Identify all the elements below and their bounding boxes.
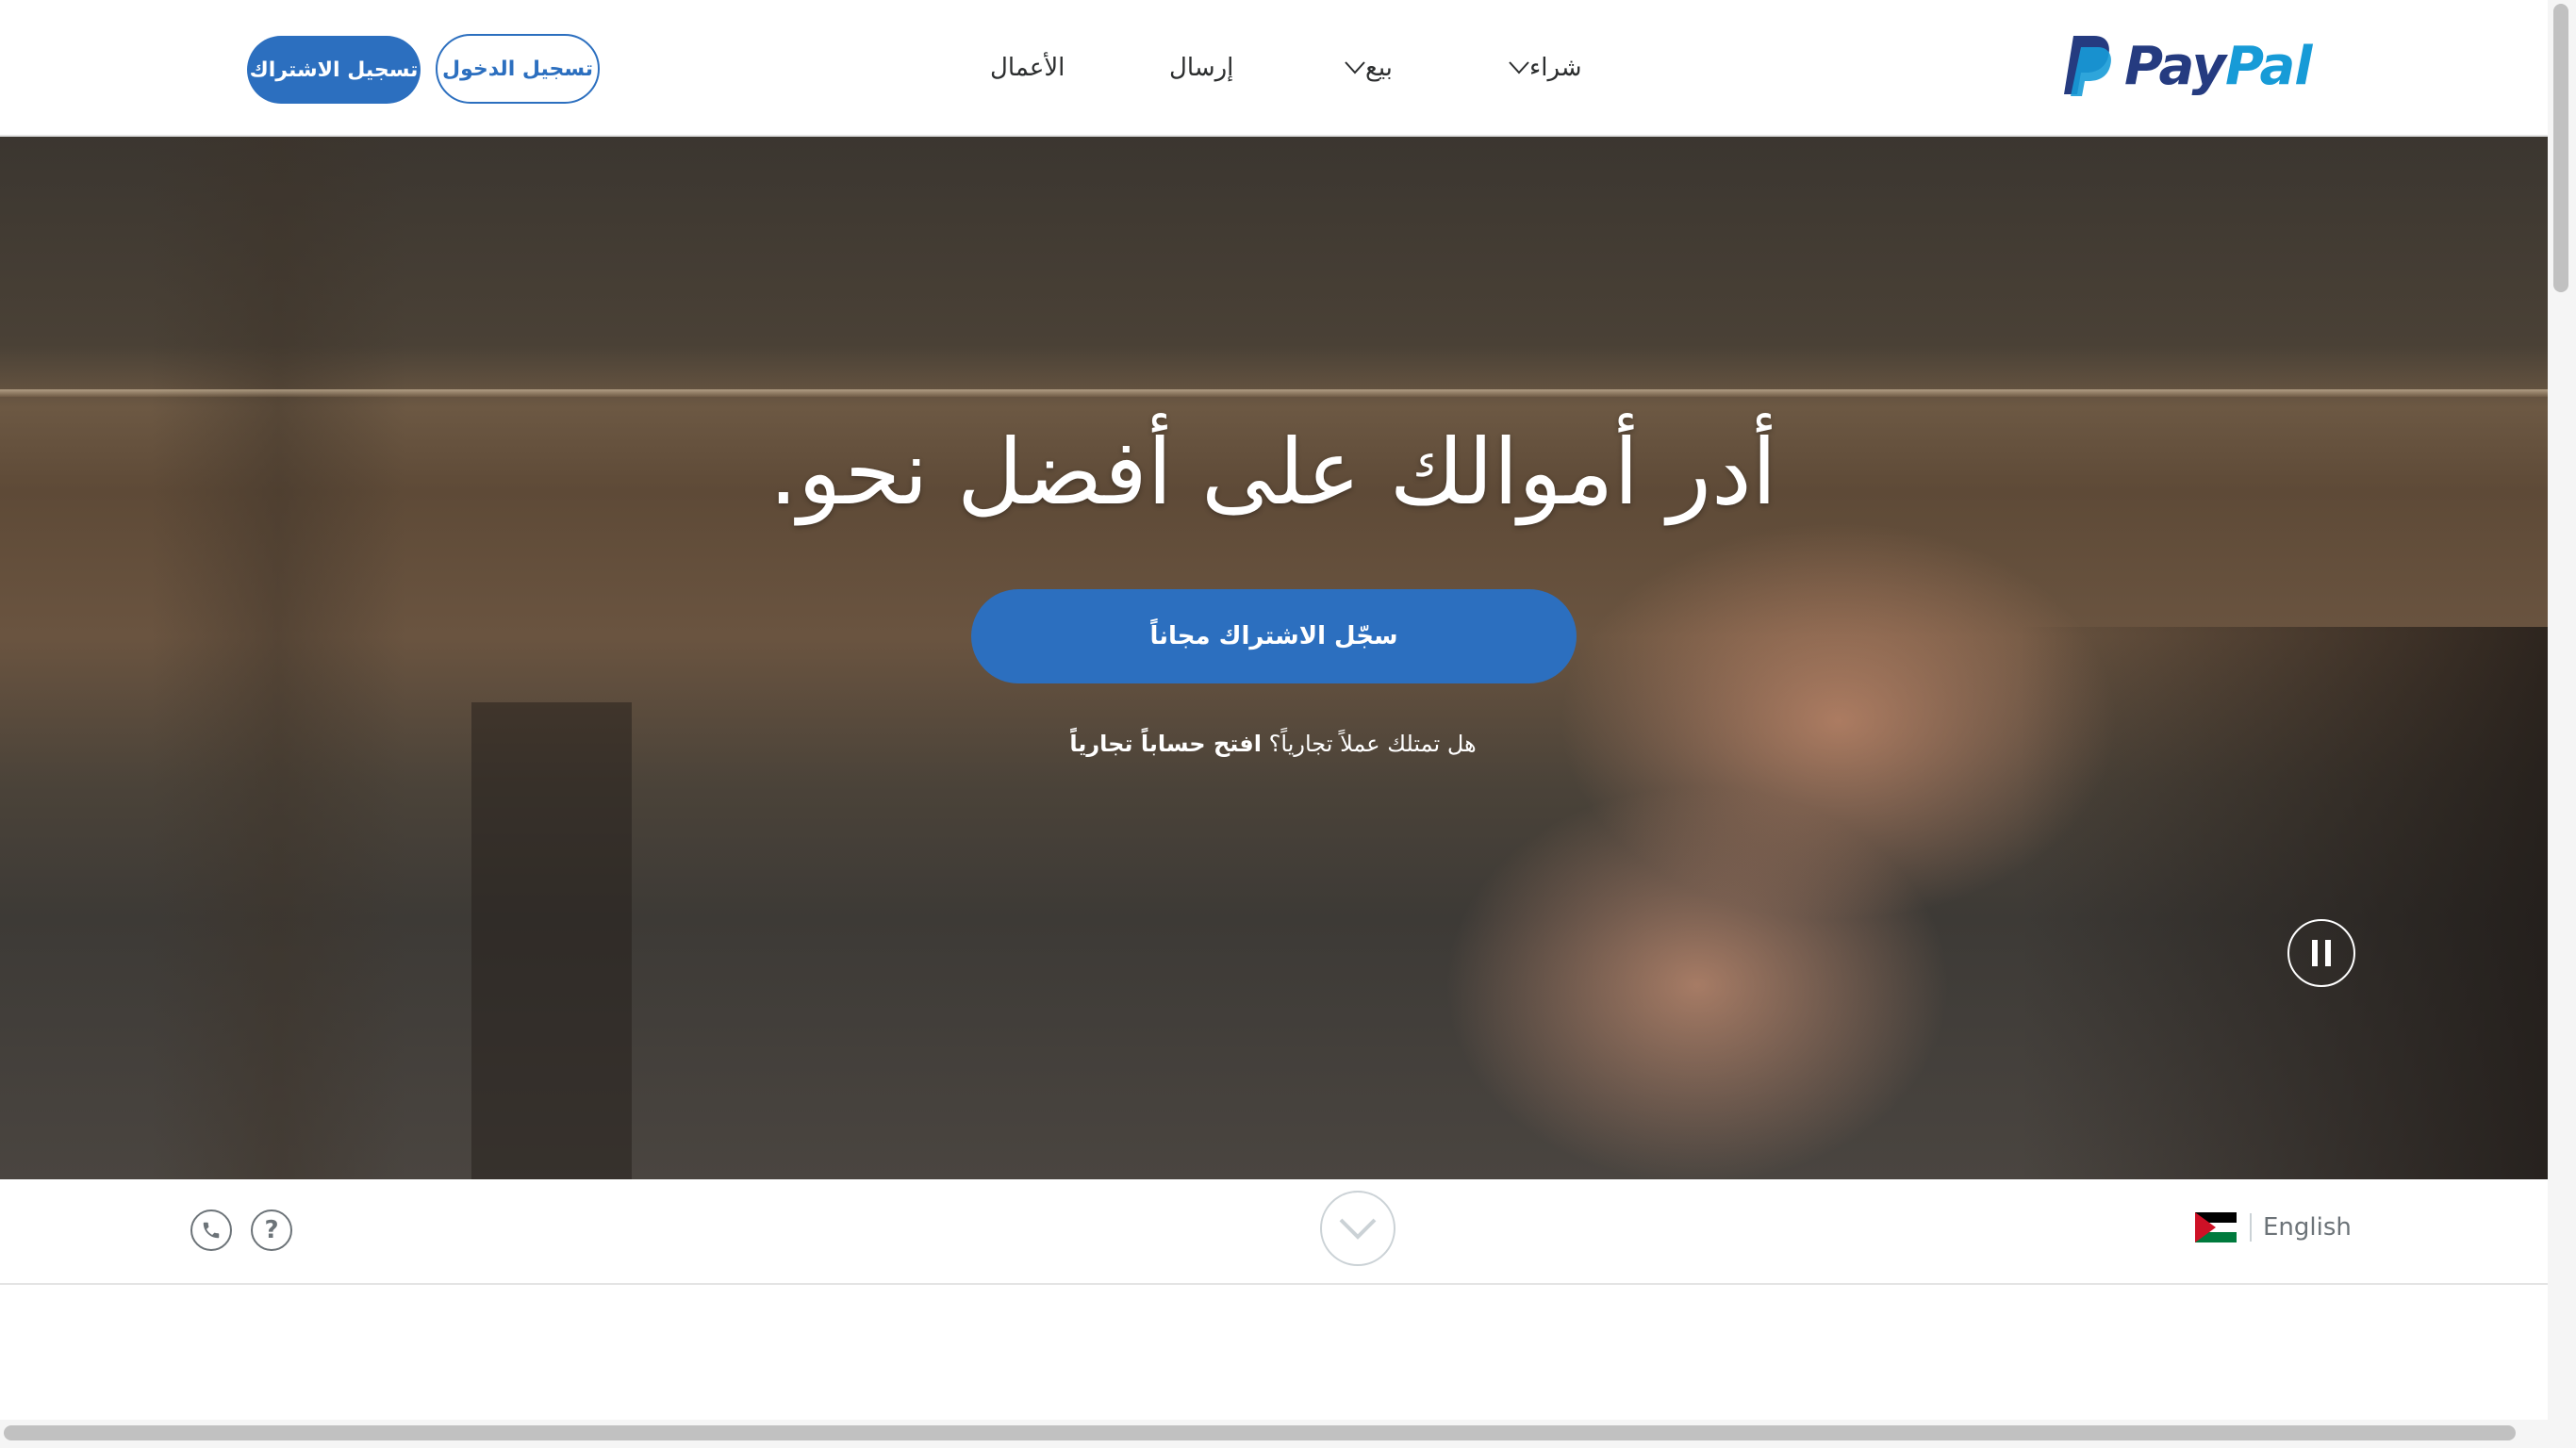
nav-item-label: إرسال bbox=[1169, 54, 1234, 82]
logo-text-pay: Pay bbox=[2124, 35, 2226, 97]
help-icon[interactable]: ? bbox=[251, 1209, 292, 1251]
nav-item-label: شراء bbox=[1529, 54, 1582, 82]
business-question: هل تمتلك عملاً تجارياً؟ bbox=[1268, 731, 1477, 757]
paypal-logo[interactable]: PayPal bbox=[2058, 32, 2313, 100]
site-header: PayPal شراء بيع إرسال الأعمال تسجيل الدخ… bbox=[0, 0, 2548, 137]
signup-button[interactable]: تسجيل الاشتراك bbox=[247, 36, 421, 104]
business-prompt: هل تمتلك عملاً تجارياً؟ افتح حساباً تجار… bbox=[849, 731, 1697, 757]
nav-item-label: بيع bbox=[1365, 54, 1393, 82]
chevron-down-icon bbox=[1345, 61, 1365, 74]
hero-background-plank bbox=[0, 389, 2548, 397]
signin-button[interactable]: تسجيل الدخول bbox=[436, 34, 600, 104]
pause-icon bbox=[2308, 940, 2335, 966]
hero-video: أدر أموالك على أفضل نحو. سجّل الاشتراك م… bbox=[0, 137, 2548, 1179]
phone-icon[interactable] bbox=[190, 1209, 232, 1251]
open-business-account-link[interactable]: افتح حساباً تجارياً bbox=[1069, 731, 1262, 757]
jordan-flag-icon bbox=[2195, 1212, 2237, 1242]
chevron-down-icon bbox=[1509, 61, 1529, 74]
chevron-down-icon bbox=[1339, 1218, 1377, 1240]
hero-title: أدر أموالك على أفضل نحو. bbox=[768, 420, 1777, 525]
scroll-down-button[interactable] bbox=[1320, 1191, 1395, 1266]
hero-background-post bbox=[151, 137, 405, 1179]
hero-background-dark bbox=[2020, 627, 2548, 1179]
language-selector[interactable]: English bbox=[2195, 1212, 2352, 1242]
signup-free-button[interactable]: سجّل الاشتراك مجاناً bbox=[971, 589, 1577, 683]
nav-item-send[interactable]: إرسال bbox=[1169, 47, 1233, 89]
paypal-logo-icon bbox=[2064, 36, 2111, 96]
pause-button[interactable] bbox=[2287, 919, 2355, 987]
nav-item-buy[interactable]: شراء bbox=[1497, 47, 1582, 89]
logo-text-pal: Pal bbox=[2225, 35, 2312, 97]
vertical-scrollbar-thumb[interactable] bbox=[2553, 4, 2568, 292]
hero-background-shadow bbox=[471, 702, 632, 1179]
footer-bar: ? English bbox=[0, 1179, 2548, 1285]
divider bbox=[2250, 1213, 2252, 1242]
nav-item-business[interactable]: الأعمال bbox=[990, 47, 1065, 89]
nav-item-label: الأعمال bbox=[990, 54, 1065, 82]
horizontal-scrollbar-thumb[interactable] bbox=[4, 1425, 2516, 1440]
nav-item-sell[interactable]: بيع bbox=[1333, 47, 1393, 89]
help-glyph: ? bbox=[264, 1216, 279, 1244]
language-label[interactable]: English bbox=[2263, 1213, 2352, 1242]
